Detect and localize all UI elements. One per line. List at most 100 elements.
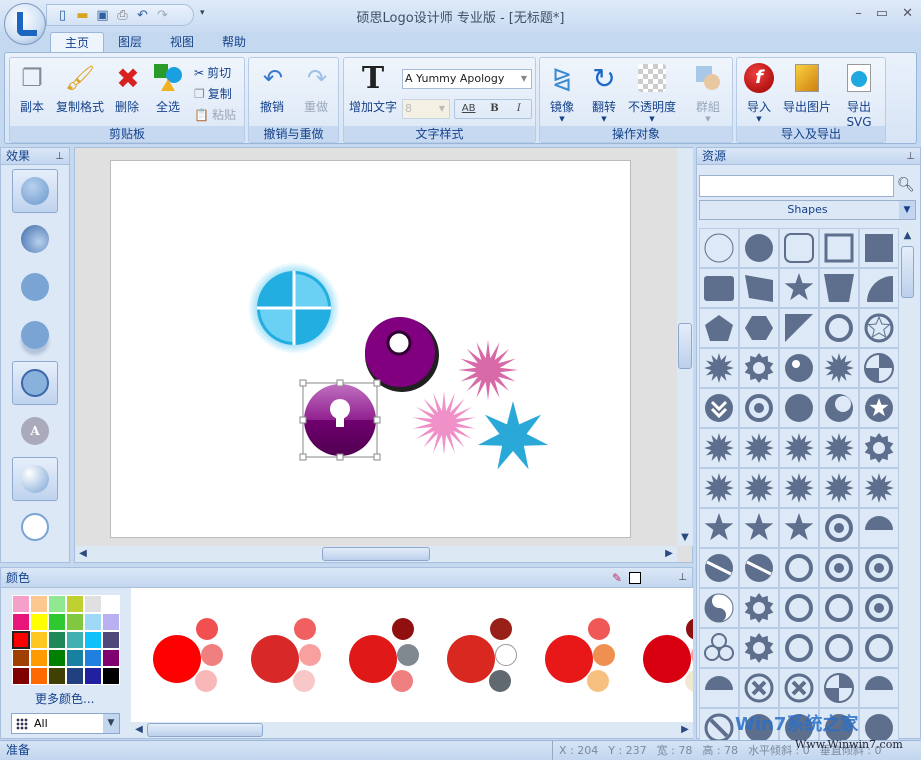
rotate-button[interactable]: ↻ 翻转 ▼ bbox=[586, 62, 622, 124]
horizontal-scrollbar[interactable]: ◀ ▶ bbox=[75, 546, 677, 562]
mirror-button[interactable]: ⧎ 镜像 ▼ bbox=[544, 62, 580, 123]
tab-home[interactable]: 主页 bbox=[50, 32, 105, 53]
delete-button[interactable]: ✖ 删除 bbox=[112, 62, 142, 115]
color-swatch[interactable] bbox=[48, 667, 66, 685]
opacity-button[interactable]: 不透明度 ▼ bbox=[626, 62, 678, 123]
close-button[interactable]: ✕ bbox=[902, 6, 913, 21]
shape-ring-dot-icon[interactable] bbox=[859, 548, 899, 588]
tab-layers[interactable]: 图层 bbox=[104, 32, 156, 53]
color-swatch[interactable] bbox=[12, 613, 30, 631]
shape-star-icon[interactable] bbox=[779, 268, 819, 308]
color-swatch[interactable] bbox=[30, 649, 48, 667]
color-scheme[interactable] bbox=[643, 618, 693, 698]
color-swatch[interactable] bbox=[66, 595, 84, 613]
tab-view[interactable]: 视图 bbox=[156, 32, 208, 53]
effect-item[interactable] bbox=[12, 313, 58, 357]
resource-search-input[interactable] bbox=[699, 175, 894, 197]
shape-semicircle-icon[interactable] bbox=[859, 508, 899, 548]
shape-grid-scrollbar[interactable]: ▲ bbox=[900, 228, 915, 738]
color-swatch[interactable] bbox=[84, 667, 102, 685]
shape-circle-outline-icon[interactable] bbox=[699, 228, 739, 268]
color-swatch[interactable] bbox=[12, 595, 30, 613]
vertical-scrollbar[interactable]: ▼ bbox=[677, 148, 693, 546]
scroll-left-icon[interactable]: ◀ bbox=[75, 546, 91, 562]
maximize-button[interactable]: ▭ bbox=[876, 6, 888, 21]
shape-burst-icon[interactable] bbox=[779, 468, 819, 508]
color-scheme[interactable] bbox=[545, 618, 625, 698]
shape-quarter-icon[interactable] bbox=[859, 268, 899, 308]
tab-help[interactable]: 帮助 bbox=[208, 32, 260, 53]
blue-quartered-circle[interactable] bbox=[248, 262, 340, 354]
color-scheme[interactable] bbox=[349, 618, 429, 698]
pink-burst-small[interactable] bbox=[458, 340, 518, 400]
import-button[interactable]: f 导入 ▼ bbox=[743, 62, 775, 123]
shape-slash-circle-icon[interactable] bbox=[699, 708, 739, 740]
shape-burst-icon[interactable] bbox=[699, 348, 739, 388]
shape-semicircle-icon[interactable] bbox=[699, 668, 739, 708]
shape-quad-icon[interactable] bbox=[739, 268, 779, 308]
italic-button[interactable]: I bbox=[507, 100, 531, 118]
shape-ring-icon[interactable] bbox=[779, 588, 819, 628]
shape-hexagon-icon[interactable] bbox=[739, 308, 779, 348]
paste-button[interactable]: 📋 粘贴 bbox=[194, 106, 236, 123]
shape-ring-icon[interactable] bbox=[819, 588, 859, 628]
color-swatch[interactable] bbox=[12, 649, 30, 667]
color-swatch[interactable] bbox=[102, 595, 120, 613]
color-scheme[interactable] bbox=[251, 618, 331, 698]
shape-gear-icon[interactable] bbox=[859, 428, 899, 468]
effect-item[interactable] bbox=[12, 265, 58, 309]
font-size-select[interactable]: 8 ▼ bbox=[402, 99, 450, 119]
color-swatch[interactable] bbox=[48, 613, 66, 631]
shape-circle-icon[interactable] bbox=[859, 708, 899, 740]
export-image-button[interactable]: 导出图片 bbox=[781, 62, 833, 115]
shape-burst-icon[interactable] bbox=[699, 468, 739, 508]
format-painter-button[interactable]: 🖌 复制格式 bbox=[54, 62, 106, 115]
shape-ring-dot-icon[interactable] bbox=[819, 508, 859, 548]
shape-pie-icon[interactable] bbox=[819, 668, 859, 708]
pin-icon[interactable]: ⊥ bbox=[678, 568, 687, 588]
more-colors-link[interactable]: 更多颜色... bbox=[35, 690, 94, 707]
color-swatch[interactable] bbox=[12, 631, 30, 649]
shape-rounded-square-outline-icon[interactable] bbox=[779, 228, 819, 268]
shape-rounded-square-icon[interactable] bbox=[699, 268, 739, 308]
shape-star-icon[interactable] bbox=[739, 508, 779, 548]
undo-button[interactable]: ↶ 撤销 bbox=[257, 62, 287, 115]
duplicate-button[interactable]: ❐ 副本 bbox=[14, 62, 50, 115]
color-schemes-scrollbar[interactable]: ◀ ▶ bbox=[131, 722, 693, 738]
scroll-right-icon[interactable]: ▶ bbox=[677, 722, 693, 738]
shape-ring-icon[interactable] bbox=[819, 308, 859, 348]
color-scheme[interactable] bbox=[447, 618, 527, 698]
blue-star[interactable] bbox=[477, 401, 549, 470]
cut-button[interactable]: ✂ 剪切 bbox=[194, 64, 231, 81]
color-set-select[interactable]: All ▼ bbox=[11, 713, 120, 734]
char-spacing-button[interactable]: AB bbox=[455, 100, 482, 118]
color-swatch[interactable] bbox=[66, 613, 84, 631]
color-scheme[interactable] bbox=[153, 618, 233, 698]
search-icon[interactable]: 🔍︎ bbox=[897, 177, 915, 193]
shape-gear-icon[interactable] bbox=[739, 588, 779, 628]
shape-crescent-icon[interactable] bbox=[819, 388, 859, 428]
shape-gear-icon[interactable] bbox=[739, 348, 779, 388]
shape-burst-icon[interactable] bbox=[819, 468, 859, 508]
selected-purple-circle[interactable] bbox=[299, 379, 381, 461]
export-svg-button[interactable]: 导出SVG bbox=[835, 62, 883, 129]
shape-ring-icon[interactable] bbox=[819, 628, 859, 668]
effect-item[interactable] bbox=[12, 217, 58, 261]
color-swatch[interactable] bbox=[30, 613, 48, 631]
color-swatch[interactable] bbox=[84, 649, 102, 667]
shape-ring-icon[interactable] bbox=[779, 548, 819, 588]
shape-circle-icon[interactable] bbox=[739, 228, 779, 268]
redo-button[interactable]: ↷ 重做 bbox=[301, 62, 331, 115]
effect-item[interactable] bbox=[12, 505, 58, 549]
shape-pie-icon[interactable] bbox=[859, 348, 899, 388]
scroll-up-icon[interactable]: ▲ bbox=[900, 228, 915, 244]
color-swatch[interactable] bbox=[102, 631, 120, 649]
color-swatch[interactable] bbox=[48, 595, 66, 613]
shape-ring-icon[interactable] bbox=[779, 628, 819, 668]
shape-burst-icon[interactable] bbox=[739, 468, 779, 508]
select-all-button[interactable]: 全选 bbox=[152, 62, 184, 115]
shape-pentagram-circle-icon[interactable] bbox=[859, 308, 899, 348]
pin-icon[interactable]: ⊥ bbox=[906, 148, 915, 165]
effect-item[interactable] bbox=[12, 169, 58, 213]
app-menu-button[interactable] bbox=[4, 3, 46, 45]
